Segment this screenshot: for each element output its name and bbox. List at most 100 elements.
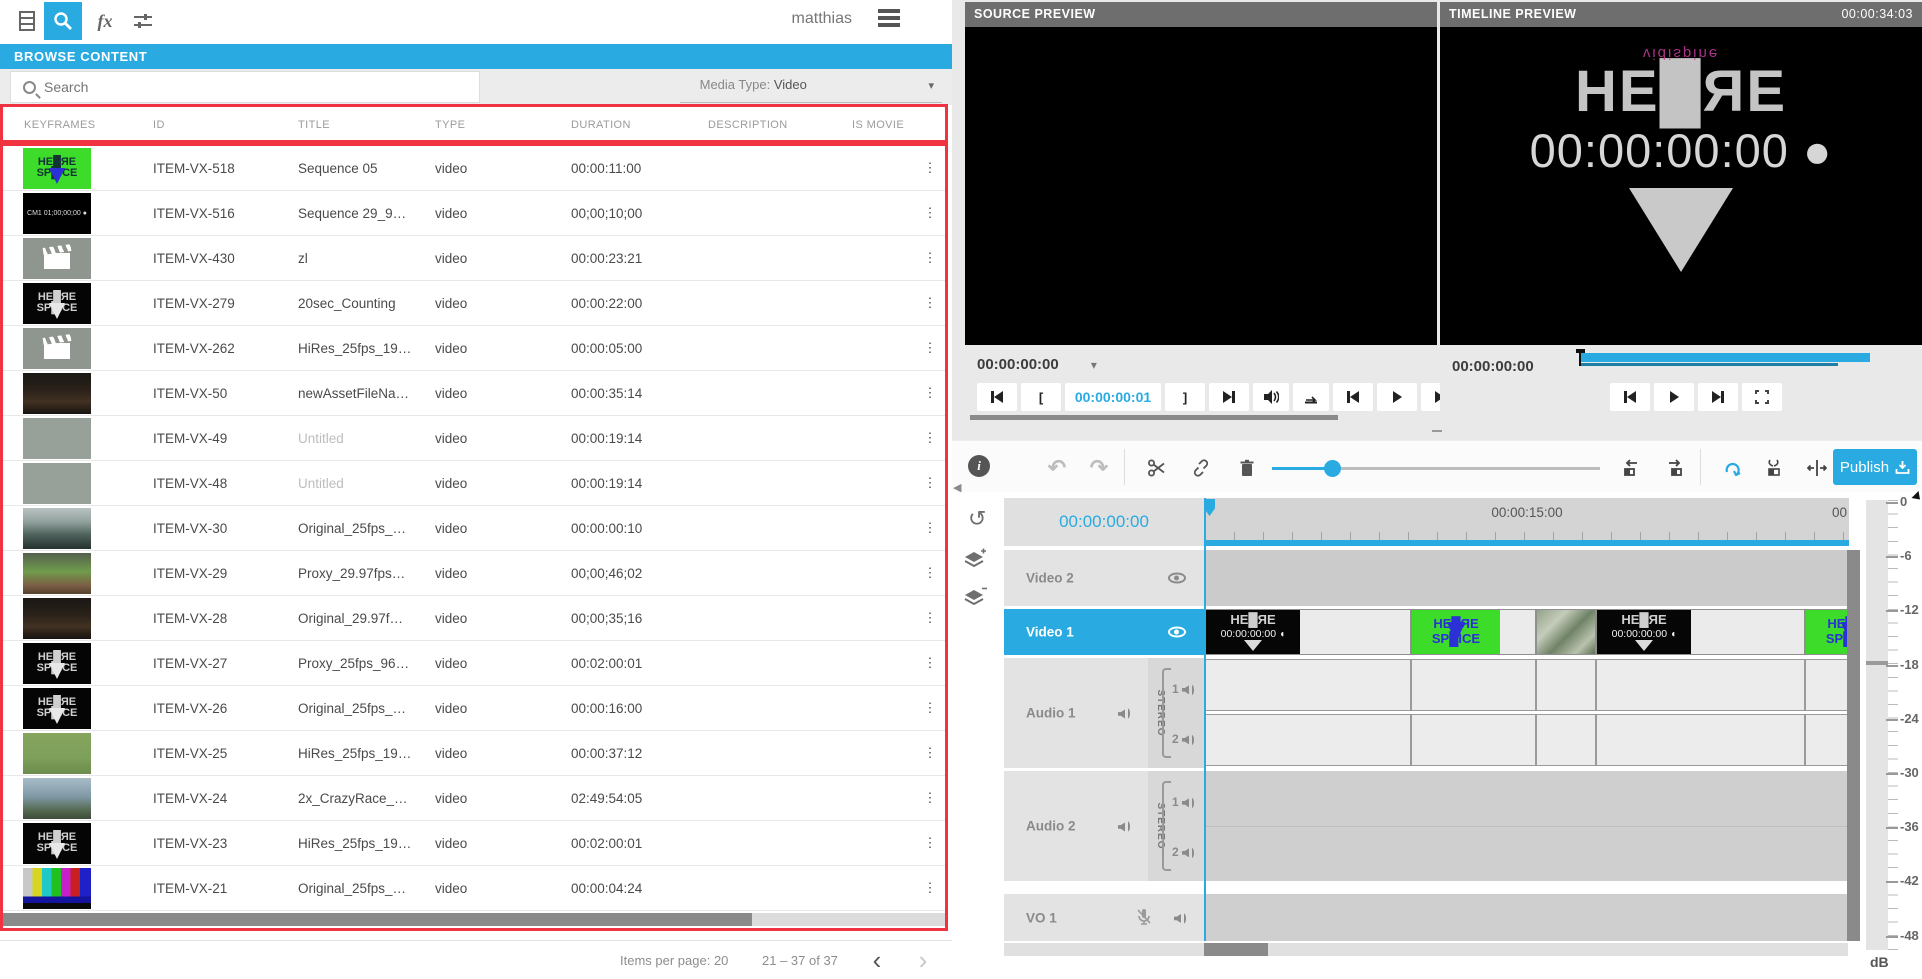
row-menu-icon[interactable]: ⋮ (912, 340, 948, 356)
row-menu-icon[interactable]: ⋮ (912, 160, 948, 176)
table-row[interactable]: ITEM-VX-23HiRes_25fps_19…video00:02:00:0… (0, 821, 948, 866)
speaker-icon[interactable] (1174, 910, 1186, 925)
speaker-icon[interactable] (1118, 706, 1130, 721)
table-row[interactable]: ITEM-VX-30Original_25fps_…video00:00:00:… (0, 506, 948, 551)
razor-icon[interactable] (1762, 455, 1788, 481)
row-menu-icon[interactable]: ⋮ (912, 700, 948, 716)
goto-in-button[interactable] (977, 383, 1017, 411)
play-button[interactable] (1654, 383, 1694, 411)
timeline-zoom-slider[interactable] (1272, 467, 1600, 470)
row-menu-icon[interactable]: ⋮ (912, 565, 948, 581)
storyboard-icon[interactable] (8, 2, 46, 40)
master-fader-track[interactable] (1866, 500, 1888, 950)
table-row[interactable]: ITEM-VX-27Proxy_25fps_96…video00:02:00:0… (0, 641, 948, 686)
clip-video[interactable]: HE█ЯE00:00:00:00 ◖ (1596, 609, 1805, 655)
clip-audio[interactable] (1805, 714, 1849, 766)
column-header[interactable]: IS MOVIE (844, 119, 912, 131)
channel-1[interactable]: 1 (1172, 682, 1194, 696)
clip-audio[interactable] (1205, 659, 1411, 711)
delete-trash-icon[interactable] (1234, 455, 1260, 481)
table-row[interactable]: ITEM-VX-27920sec_Countingvideo00:00:22:0… (0, 281, 948, 326)
row-menu-icon[interactable]: ⋮ (912, 250, 948, 266)
items-per-page[interactable]: Items per page: 20 (620, 953, 728, 968)
prev-page-button[interactable]: ‹ (862, 945, 892, 976)
table-row[interactable]: ITEM-VX-21Original_25fps_…video00:00:04:… (0, 866, 948, 911)
search-box[interactable] (10, 71, 480, 103)
next-page-button[interactable]: › (908, 945, 938, 976)
play-button[interactable] (1377, 383, 1417, 411)
table-row[interactable]: ITEM-VX-518Sequence 05video00:00:11:00⋮ (0, 146, 948, 191)
set-in-button[interactable]: [ (1021, 383, 1061, 411)
channel-2[interactable]: 2 (1172, 845, 1194, 859)
clip-audio[interactable] (1411, 714, 1536, 766)
row-menu-icon[interactable]: ⋮ (912, 790, 948, 806)
clip-video[interactable]: HE█ЯESP█ICE (1805, 609, 1849, 655)
column-header[interactable]: TYPE (427, 119, 563, 131)
row-menu-icon[interactable]: ⋮ (912, 610, 948, 626)
column-header[interactable]: KEYFRAMES (0, 119, 145, 131)
column-header[interactable]: ID (145, 119, 290, 131)
table-row[interactable]: ITEM-VX-48Untitledvideo00:00:19:14⋮ (0, 461, 948, 506)
search-input[interactable] (44, 79, 479, 95)
source-scrollbar[interactable] (970, 415, 1338, 420)
clip-audio[interactable] (1205, 714, 1411, 766)
table-row[interactable]: ITEM-VX-29Proxy_29.97fps…video00;00;46;0… (0, 551, 948, 596)
table-row[interactable]: ITEM-VX-50newAssetFileNa…video00:00:35:1… (0, 371, 948, 416)
track-vo1[interactable] (1205, 894, 1849, 941)
clip-audio[interactable] (1596, 659, 1805, 711)
clip-audio[interactable] (1596, 714, 1805, 766)
redo-icon[interactable]: ↷ (1086, 455, 1112, 481)
match-frame-icon[interactable] (1293, 383, 1329, 411)
channel-2[interactable]: 2 (1172, 732, 1194, 746)
add-track-icon[interactable] (962, 548, 988, 575)
unlink-icon[interactable] (1188, 455, 1214, 481)
table-row[interactable]: ITEM-VX-49Untitledvideo00:00:19:14⋮ (0, 416, 948, 461)
track-audio2[interactable] (1205, 771, 1849, 881)
clip-video[interactable]: HE█ЯE00:00:00:00 ◖ (1205, 609, 1411, 655)
audio-monitor-icon[interactable] (1253, 383, 1289, 411)
master-fader-handle[interactable] (1866, 661, 1888, 665)
row-menu-icon[interactable]: ⋮ (912, 475, 948, 491)
track-audio1[interactable] (1205, 658, 1849, 768)
row-menu-icon[interactable]: ⋮ (912, 655, 948, 671)
timeline-horizontal-scrollbar[interactable] (1004, 943, 1848, 956)
media-type-select[interactable]: Media Type: Video ▾ (700, 77, 934, 92)
seek-playhead[interactable] (1576, 349, 1585, 353)
table-row[interactable]: ITEM-VX-242x_CrazyRace_…video02:49:54:05… (0, 776, 948, 821)
cut-scissors-icon[interactable] (1144, 455, 1170, 481)
track-header-video1[interactable]: Video 1 (1004, 609, 1204, 655)
playhead[interactable] (1204, 498, 1206, 941)
row-menu-icon[interactable]: ⋮ (912, 430, 948, 446)
row-menu-icon[interactable]: ⋮ (912, 745, 948, 761)
track-video2[interactable] (1205, 550, 1849, 606)
row-menu-icon[interactable]: ⋮ (912, 205, 948, 221)
table-row[interactable]: ITEM-VX-25HiRes_25fps_19…video00:00:37:1… (0, 731, 948, 776)
snap-toggle-icon[interactable] (1720, 455, 1746, 481)
settings-sliders-icon[interactable] (124, 2, 162, 40)
fx-icon[interactable]: fx (86, 2, 124, 40)
timeline-seek-bar[interactable] (1580, 353, 1870, 362)
lift-right-icon[interactable] (1660, 455, 1686, 481)
clip-audio[interactable] (1536, 714, 1596, 766)
table-row[interactable]: ITEM-VX-26Original_25fps_…video00:00:16:… (0, 686, 948, 731)
channel-1[interactable]: 1 (1172, 795, 1194, 809)
menu-icon[interactable] (878, 9, 900, 31)
table-row[interactable]: ITEM-VX-262HiRes_25fps_19…video00:00:05:… (0, 326, 948, 371)
table-row[interactable]: ITEM-VX-430zlvideo00:00:23:21⋮ (0, 236, 948, 281)
source-preview-video[interactable] (965, 27, 1437, 345)
publish-button[interactable]: Publish (1833, 449, 1917, 485)
clip-video[interactable] (1536, 609, 1596, 655)
row-menu-icon[interactable]: ⋮ (912, 880, 948, 896)
clip-video[interactable]: HE█ЯESP█ICE (1411, 609, 1536, 655)
clip-audio[interactable] (1536, 659, 1596, 711)
visibility-eye-icon[interactable] (1168, 627, 1186, 638)
undo-icon[interactable]: ↶ (1044, 455, 1070, 481)
set-out-button[interactable]: ] (1165, 383, 1205, 411)
track-header-vo1[interactable]: VO 1 (1004, 894, 1204, 941)
collapse-panel-icon[interactable]: ◀ (953, 481, 961, 494)
visibility-eye-icon[interactable] (1168, 573, 1186, 584)
timeline-ruler[interactable]: 00:00:15:00 00 (1205, 498, 1849, 540)
fullscreen-icon[interactable] (1742, 383, 1782, 411)
source-timecode[interactable]: 00:00:00:00 ▾ (977, 356, 1097, 373)
row-menu-icon[interactable]: ⋮ (912, 520, 948, 536)
